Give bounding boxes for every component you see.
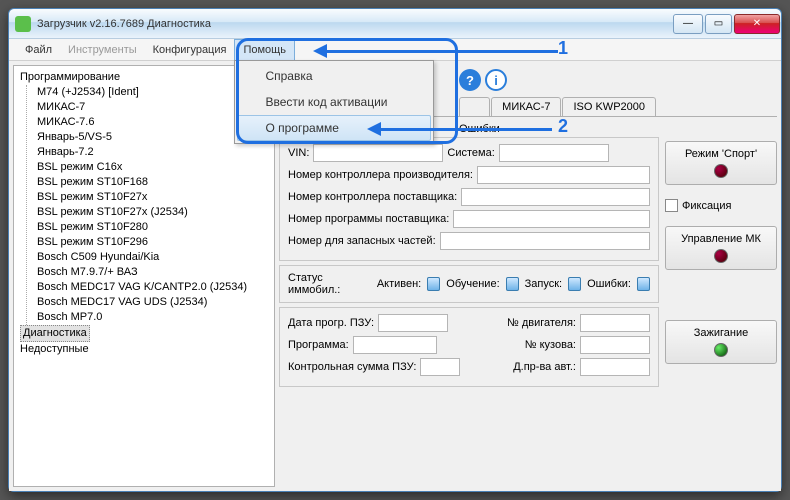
group-immo: Статус иммобил.: Активен: Обучение: Запу… [279,265,659,303]
checkbox-icon [665,199,678,212]
sport-led-icon [714,164,728,178]
tree-item[interactable]: Bosch M7.9.7/+ ВАЗ [37,265,270,280]
label-body-no: № кузова: [525,339,576,351]
ignition-button[interactable]: Зажигание [665,320,777,364]
window-controls: — ▭ ✕ [672,14,781,34]
tree-item[interactable]: BSL режим ST10F27x [37,190,270,205]
group-ident: VIN: Система: Номер контроллера производ… [279,137,659,261]
tree-programming[interactable]: Программирование [20,70,270,85]
annotation-number-2: 2 [558,116,568,137]
input-mfr-date[interactable] [580,358,650,376]
tree-item[interactable]: BSL режим C16x [37,160,270,175]
titlebar: Загрузчик v2.16.7689 Диагностика — ▭ ✕ [9,9,781,39]
input-rom-date[interactable] [378,314,448,332]
tab-isokwp[interactable]: ISO KWP2000 [562,97,656,116]
label-learning: Обучение: [446,278,499,290]
tree-unavailable[interactable]: Недоступные [20,342,270,357]
menu-file[interactable]: Файл [17,39,60,60]
label-active: Активен: [377,278,421,290]
fixation-checkbox[interactable]: Фиксация [665,199,777,212]
menu-tools: Инструменты [60,39,145,60]
led-learning [506,277,519,291]
subtab-errors[interactable]: Ошибки [459,123,500,135]
input-supplier-ctrl[interactable] [461,188,650,206]
menu-help-label: Помощь [243,44,286,56]
label-supplier-ctrl: Номер контроллера поставщика: [288,191,457,203]
label-engine-no: № двигателя: [507,317,576,329]
tree-item[interactable]: BSL режим ST10F296 [37,235,270,250]
maximize-button[interactable]: ▭ [705,14,732,34]
label-system: Система: [447,147,494,159]
tab-mikas7[interactable]: МИКАС-7 [491,97,561,116]
tree-item[interactable]: BSL режим ST10F27x (J2534) [37,205,270,220]
input-checksum[interactable] [420,358,460,376]
menu-config[interactable]: Конфигурация [145,39,235,60]
menubar: Файл Инструменты Конфигурация Помощь Спр… [9,39,781,61]
tree-item[interactable]: BSL режим ST10F168 [37,175,270,190]
label-rom-date: Дата прогр. ПЗУ: [288,317,374,329]
window-title: Загрузчик v2.16.7689 Диагностика [37,18,672,30]
label-vin: VIN: [288,147,309,159]
label-supplier-prog: Номер программы поставщика: [288,213,449,225]
help-item-about[interactable]: О программе [237,115,431,141]
label-immo: Статус иммобил.: [288,272,371,296]
annotation-number-1: 1 [558,38,568,59]
tree-item[interactable]: Bosch MEDC17 VAG K/CANTP2.0 (J2534) [37,280,270,295]
mk-label: Управление МК [681,233,761,245]
label-mfr-ctrl: Номер контроллера производителя: [288,169,473,181]
label-spare: Номер для запасных частей: [288,235,436,247]
tree-programming-children: M74 (+J2534) [Ident] МИКАС-7 МИКАС-7.6 Я… [26,85,270,325]
mk-led-icon [714,249,728,263]
label-program: Программа: [288,339,349,351]
label-immo-errors: Ошибки: [587,278,631,290]
input-mfr-ctrl[interactable] [477,166,650,184]
led-start [568,277,581,291]
tree-item[interactable]: Bosch C509 Hyundai/Kia [37,250,270,265]
input-spare[interactable] [440,232,650,250]
minimize-button[interactable]: — [673,14,703,34]
form-area: VIN: Система: Номер контроллера производ… [279,137,659,487]
mk-control-button[interactable]: Управление МК [665,226,777,270]
info-icon[interactable]: i [485,69,507,91]
label-mfr-date: Д.пр-ва авт.: [513,361,576,373]
side-buttons: Режим 'Спорт' Фиксация Управление МК Заж… [665,137,777,487]
close-button[interactable]: ✕ [734,14,780,34]
menu-help[interactable]: Помощь Справка Ввести код активации О пр… [234,39,295,60]
tree-item[interactable]: Bosch MEDC17 VAG UDS (J2534) [37,295,270,310]
input-vin[interactable] [313,144,443,162]
input-body-no[interactable] [580,336,650,354]
tree-diagnostics[interactable]: Диагностика [20,325,90,342]
help-dropdown: Справка Ввести код активации О программе [234,60,434,144]
tree-item[interactable]: BSL режим ST10F280 [37,220,270,235]
app-icon [15,16,31,32]
sport-mode-button[interactable]: Режим 'Спорт' [665,141,777,185]
app-window: Загрузчик v2.16.7689 Диагностика — ▭ ✕ Ф… [8,8,782,492]
tree-item[interactable]: Январь-7.2 [37,145,270,160]
input-system[interactable] [499,144,609,162]
led-active [427,277,440,291]
group-rom: Дата прогр. ПЗУ: № двигателя: Программа:… [279,307,659,387]
ignition-led-icon [714,343,728,357]
input-supplier-prog[interactable] [453,210,650,228]
label-checksum: Контрольная сумма ПЗУ: [288,361,416,373]
led-errors [637,277,650,291]
input-engine-no[interactable] [580,314,650,332]
main-area: VIN: Система: Номер контроллера производ… [279,137,777,487]
sport-label: Режим 'Спорт' [685,148,757,160]
tree-item[interactable]: Bosch MP7.0 [37,310,270,325]
ignition-label: Зажигание [694,327,749,339]
help-icon[interactable]: ? [459,69,481,91]
fixation-label: Фиксация [682,200,731,212]
tab-placeholder[interactable] [459,97,490,116]
help-item-help[interactable]: Справка [237,63,431,89]
help-item-activation[interactable]: Ввести код активации [237,89,431,115]
label-start: Запуск: [525,278,562,290]
input-program[interactable] [353,336,437,354]
